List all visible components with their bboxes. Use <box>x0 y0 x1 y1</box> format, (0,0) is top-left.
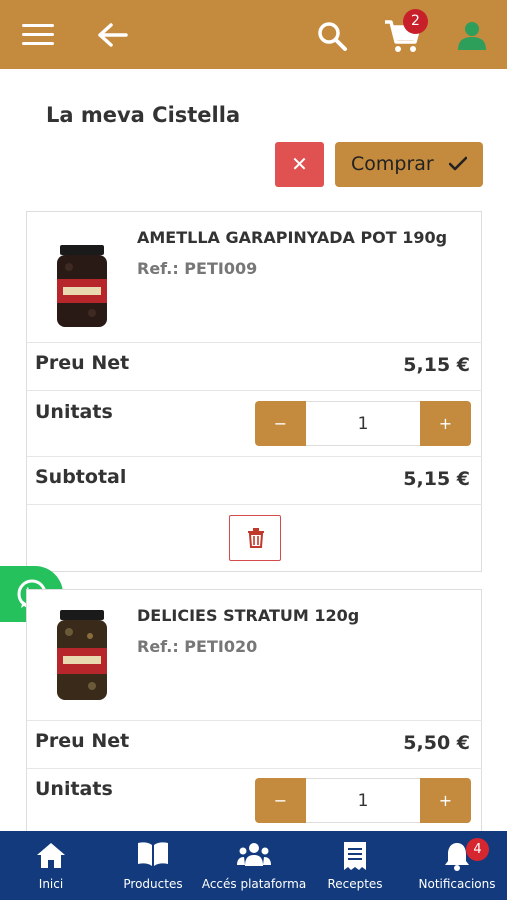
product-image <box>54 243 110 331</box>
price-value: 5,15 € <box>403 354 470 376</box>
nav-products[interactable]: Productes <box>114 831 192 900</box>
bottom-navigation: Inici Productes Accés plataforma Recepte… <box>0 831 507 900</box>
buy-button[interactable]: Comprar <box>335 142 483 187</box>
divider <box>27 504 482 505</box>
nav-notifications[interactable]: Notificacions <box>412 831 502 900</box>
product-name: AMETLLA GARAPINYADA POT 190g <box>137 228 448 247</box>
product-image <box>54 608 110 700</box>
nav-label: Inici <box>38 877 64 891</box>
close-icon: ✕ <box>291 152 308 176</box>
notification-count-badge: 4 <box>466 838 489 861</box>
price-label: Preu Net <box>35 352 130 374</box>
quantity-stepper: − 1 + <box>255 401 471 446</box>
menu-icon[interactable] <box>22 24 54 46</box>
product-name: DELICIES STRATUM 120g <box>137 606 360 625</box>
price-label: Preu Net <box>35 730 130 752</box>
product-ref: Ref.: PETI009 <box>137 259 258 278</box>
divider <box>27 456 482 457</box>
nav-platform-access[interactable]: Accés plataforma <box>200 831 308 900</box>
home-icon <box>37 843 65 868</box>
nav-label: Accés plataforma <box>201 877 307 891</box>
user-icon[interactable] <box>456 19 488 51</box>
quantity-input[interactable]: 1 <box>306 778 420 823</box>
increment-button[interactable]: + <box>420 778 471 823</box>
product-ref: Ref.: PETI020 <box>137 637 258 656</box>
price-value: 5,50 € <box>403 732 470 754</box>
top-app-bar <box>0 0 507 69</box>
divider <box>27 390 482 391</box>
receipt-icon <box>344 842 366 870</box>
quantity-stepper: − 1 + <box>255 778 471 823</box>
check-icon <box>449 156 467 171</box>
nav-label: Receptes <box>327 877 383 891</box>
nav-label: Productes <box>123 877 183 891</box>
divider <box>27 342 482 343</box>
search-icon[interactable] <box>315 19 349 53</box>
back-arrow-icon[interactable] <box>96 20 130 50</box>
nav-recipes[interactable]: Receptes <box>316 831 394 900</box>
divider <box>27 768 482 769</box>
nav-home[interactable]: Inici <box>12 831 90 900</box>
page-title: La meva Cistella <box>46 103 241 127</box>
quantity-input[interactable]: 1 <box>306 401 420 446</box>
trash-icon <box>248 528 264 548</box>
users-icon <box>237 843 271 866</box>
book-icon <box>138 842 168 866</box>
units-label: Unitats <box>35 778 113 800</box>
divider <box>27 720 482 721</box>
delete-item-button[interactable] <box>229 515 281 561</box>
buy-button-label: Comprar <box>351 153 434 175</box>
cart-count-badge: 2 <box>403 9 428 34</box>
nav-label: Notificacions <box>418 877 496 891</box>
clear-cart-button[interactable]: ✕ <box>275 142 324 187</box>
subtotal-value: 5,15 € <box>403 468 470 490</box>
units-label: Unitats <box>35 401 113 423</box>
decrement-button[interactable]: − <box>255 401 306 446</box>
increment-button[interactable]: + <box>420 401 471 446</box>
decrement-button[interactable]: − <box>255 778 306 823</box>
subtotal-label: Subtotal <box>35 466 127 488</box>
